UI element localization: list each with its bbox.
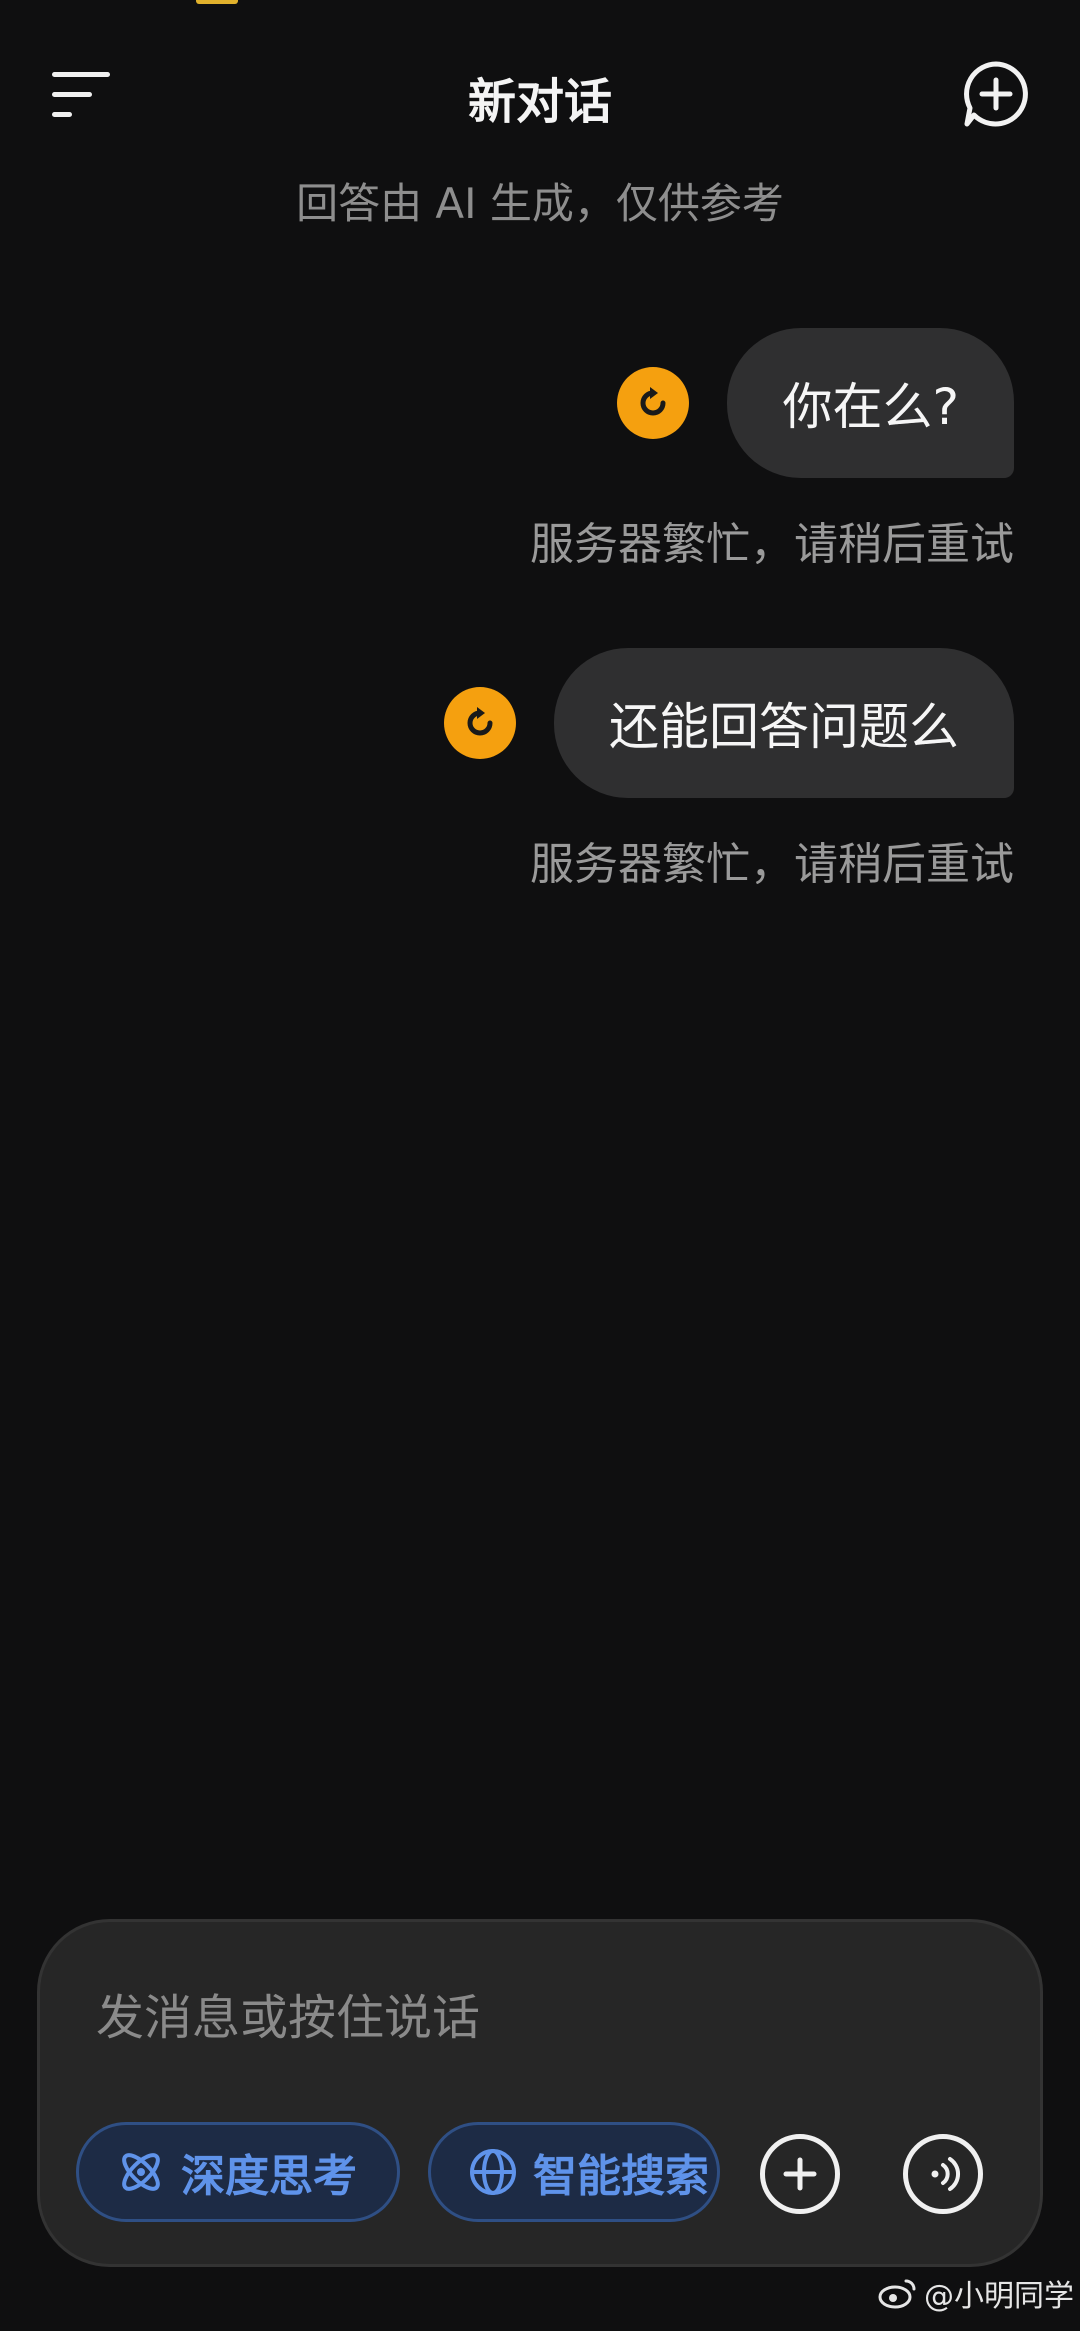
- smart-search-label: 智能搜索: [533, 2151, 709, 2202]
- deep-think-label: 深度思考: [181, 2151, 357, 2202]
- watermark-text: @小明同学: [924, 2279, 1074, 2314]
- sound-wave-icon: [931, 2157, 960, 2191]
- status-indicator: [196, 0, 238, 4]
- error-status-text: 服务器繁忙，请稍后重试: [530, 519, 1014, 570]
- user-message: 你在么?: [617, 328, 1014, 478]
- watermark: @小明同学: [878, 2271, 1074, 2315]
- new-chat-icon: [964, 61, 1028, 127]
- message-input[interactable]: 发消息或按住说话: [96, 1978, 480, 2048]
- message-bubble: 你在么?: [727, 328, 1014, 478]
- plus-icon: [783, 2157, 817, 2191]
- retry-button[interactable]: [444, 687, 516, 759]
- voice-button[interactable]: [903, 2134, 983, 2214]
- error-status-text: 服务器繁忙，请稍后重试: [530, 839, 1014, 890]
- status-bar: [0, 0, 1080, 16]
- smart-search-toggle[interactable]: 智能搜索: [428, 2122, 720, 2222]
- atom-icon: [122, 2153, 160, 2191]
- retry-button[interactable]: [617, 367, 690, 439]
- user-message: 还能回答问题么: [444, 648, 1014, 798]
- message-bubble: 还能回答问题么: [554, 648, 1014, 798]
- page-title: 新对话: [467, 74, 612, 130]
- deep-think-toggle[interactable]: 深度思考: [76, 2122, 400, 2222]
- composer: 发消息或按住说话 深度思考 智能搜索: [40, 1922, 1040, 2264]
- new-chat-button[interactable]: [960, 58, 1032, 130]
- attach-button[interactable]: [760, 2134, 840, 2214]
- refresh-icon: [467, 707, 493, 736]
- top-bar: 新对话: [0, 40, 1080, 150]
- ai-disclaimer: 回答由 AI 生成，仅供参考: [296, 179, 784, 228]
- refresh-icon: [640, 387, 666, 416]
- weibo-icon: [878, 2279, 916, 2309]
- globe-icon: [470, 2149, 516, 2195]
